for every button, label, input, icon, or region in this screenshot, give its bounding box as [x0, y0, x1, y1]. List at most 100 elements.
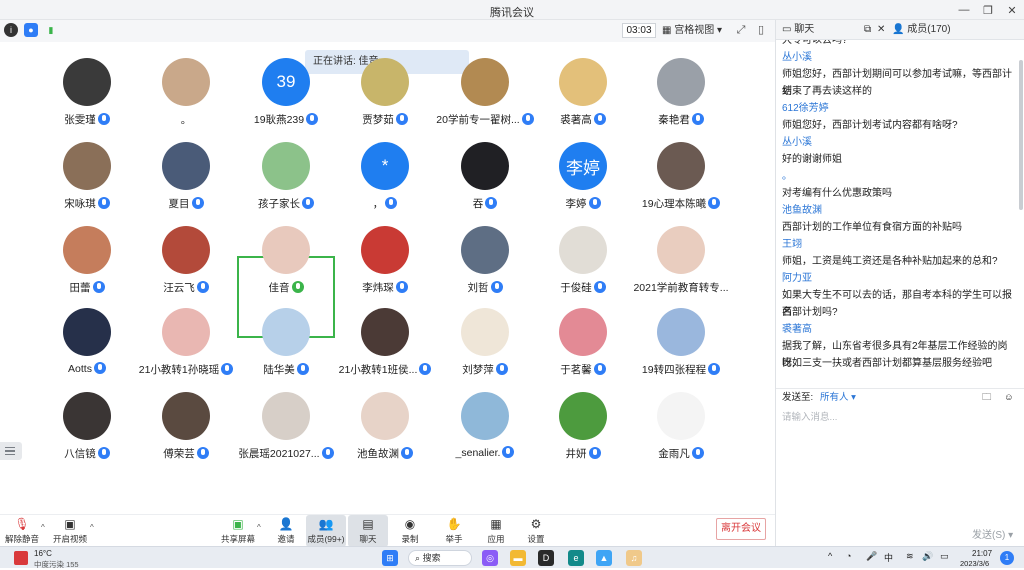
participant-tile[interactable]: 于茗馨	[534, 302, 632, 382]
unmute-button[interactable]: 🎙 解除静音	[2, 515, 42, 547]
edge-icon[interactable]: e	[568, 550, 584, 566]
participant-tile[interactable]: 20学前专一翟树...	[436, 52, 534, 132]
participant-tile[interactable]: 金雨凡	[632, 386, 730, 466]
microphone-icon[interactable]: 🎤	[866, 551, 877, 562]
participant-name: 19转四张程程	[624, 362, 738, 377]
participant-tile[interactable]: 19转四张程程	[632, 302, 730, 382]
dell-icon[interactable]: D	[538, 550, 554, 566]
participant-tile[interactable]: 19心理本陈曦	[632, 136, 730, 216]
chat-button[interactable]: ▤ 聊天	[348, 515, 388, 547]
mic-status-icon	[92, 281, 105, 293]
tab-chat[interactable]: ▭ 聊天	[782, 20, 814, 40]
security-shield-icon[interactable]: ●	[24, 23, 38, 37]
clock-time[interactable]: 21:07	[972, 549, 992, 558]
participant-tile[interactable]: 张雯瑾	[38, 52, 136, 132]
copilot-icon[interactable]: ◎	[482, 550, 498, 566]
participant-tile[interactable]: 秦艳君	[632, 52, 730, 132]
participant-tile[interactable]: 井妍	[534, 386, 632, 466]
emoji-icon[interactable]: ☺	[1004, 389, 1014, 407]
members-button[interactable]: 👥 成员(99+)	[306, 515, 346, 547]
participant-name-text: 19耿燕239	[253, 114, 305, 126]
windows-start-icon[interactable]: ⊞	[382, 550, 398, 566]
notification-badge[interactable]: 1	[1000, 551, 1014, 565]
info-icon[interactable]: i	[4, 23, 18, 37]
participant-name-text: 田蕾	[69, 282, 91, 294]
invite-button[interactable]: 👤 邀请	[266, 515, 306, 547]
participant-tile[interactable]: 陆华美	[237, 302, 335, 382]
send-button[interactable]: 发送(S) ▾	[972, 526, 1013, 541]
sidebar-toggle-icon[interactable]: ▯	[754, 23, 768, 38]
participant-name-text: 佳音	[268, 282, 290, 294]
store-icon[interactable]: ▲	[596, 550, 612, 566]
weather-temp[interactable]: 16°C	[34, 549, 52, 558]
raise-hand-button[interactable]: ✋ 举手	[434, 515, 474, 547]
participant-tile[interactable]: 李炜琛	[336, 220, 434, 300]
participant-tile[interactable]: 池鱼故渊	[336, 386, 434, 466]
participant-tile[interactable]: 夏目	[137, 136, 235, 216]
leave-meeting-button[interactable]: 离开会议	[716, 518, 766, 540]
view-mode-dropdown[interactable]: ▦ 宫格视图 ▾	[662, 23, 726, 38]
participant-tile[interactable]: 21小教转1孙晓瑶	[137, 302, 235, 382]
participant-tile[interactable]: 吞	[436, 136, 534, 216]
ime-indicator[interactable]: 中	[884, 551, 893, 564]
participant-tile[interactable]: 刘哲	[436, 220, 534, 300]
file-explorer-icon[interactable]: ▬	[510, 550, 526, 566]
meeting-app-icon[interactable]: ♫	[626, 550, 642, 566]
participant-tile[interactable]: 孩子家长	[237, 136, 335, 216]
video-options-caret-icon[interactable]: ^	[90, 523, 94, 532]
participant-tile[interactable]: 21小教转1班侯...	[336, 302, 434, 382]
minimize-icon[interactable]: —	[952, 0, 976, 20]
volume-icon[interactable]: 🔊	[922, 551, 933, 562]
avatar	[63, 142, 111, 190]
close-panel-icon[interactable]: ✕	[877, 20, 885, 40]
message-input[interactable]: 请输入消息...	[782, 409, 837, 423]
participant-tile[interactable]: 宋咏琪	[38, 136, 136, 216]
participant-name: 夏目	[129, 196, 243, 211]
file-icon[interactable]: 🗀	[982, 389, 992, 407]
tray-chevron-icon[interactable]: ^	[828, 551, 832, 561]
signal-icon[interactable]: ▮	[44, 23, 58, 37]
participant-tile[interactable]: 傅荣芸	[137, 386, 235, 466]
participant-tile[interactable]: *，	[336, 136, 434, 216]
participant-tile[interactable]: 八信镜	[38, 386, 136, 466]
participant-tile[interactable]: 。	[137, 52, 235, 132]
participant-tile[interactable]: _senalier.	[436, 386, 534, 466]
participant-tile[interactable]: 裘著高	[534, 52, 632, 132]
clock-date[interactable]: 2023/3/6	[960, 559, 989, 568]
close-icon[interactable]: ✕	[1000, 0, 1024, 20]
avatar	[657, 392, 705, 440]
battery-icon[interactable]: ▭	[940, 551, 949, 562]
fullscreen-icon[interactable]: ⤢	[734, 23, 748, 38]
chat-tab-label: 聊天	[794, 24, 815, 35]
participant-tile[interactable]: 刘梦萍	[436, 302, 534, 382]
participant-tile[interactable]: 张晨瑶2021027...	[237, 386, 335, 466]
participant-tile[interactable]: 贾梦茹	[336, 52, 434, 132]
start-video-button[interactable]: ▣ 开启视频	[50, 515, 90, 547]
participant-tile[interactable]: 39 19耿燕239	[237, 52, 335, 132]
weather-desc[interactable]: 中度污染 155	[34, 559, 79, 570]
tray-app-icon[interactable]: ◔	[846, 551, 851, 561]
participant-tile[interactable]: 于俊硅	[534, 220, 632, 300]
participant-tile[interactable]: 2021学前教育转专...	[632, 220, 730, 300]
audio-options-caret-icon[interactable]: ^	[41, 523, 45, 532]
chat-scrollbar[interactable]	[1019, 60, 1023, 210]
participant-tile[interactable]: 汪云飞	[137, 220, 235, 300]
settings-button[interactable]: ⚙ 设置	[516, 515, 556, 547]
record-button[interactable]: ◉ 录制	[390, 515, 430, 547]
participant-tile[interactable]: 李婷 李婷	[534, 136, 632, 216]
participant-tile[interactable]: 田蕾	[38, 220, 136, 300]
apps-button[interactable]: ▦ 应用	[476, 515, 516, 547]
participant-name: 汪云飞	[129, 280, 243, 295]
tab-members[interactable]: 👤 成员(170)	[892, 20, 951, 40]
participant-tile[interactable]: 佳音	[237, 220, 335, 300]
chat-messages[interactable]: 大专可以去吗? 丛小溪 师姐您好，西部计划期间可以参加考试嘛，等西部计划 结束了再去读…	[776, 40, 1024, 408]
side-panel-handle[interactable]	[0, 442, 22, 460]
share-screen-button[interactable]: ▣ 共享屏幕	[218, 515, 258, 547]
send-to-dropdown[interactable]: 所有人 ▾	[820, 389, 856, 407]
wifi-icon[interactable]: ≋	[906, 551, 914, 562]
share-options-caret-icon[interactable]: ^	[257, 523, 261, 532]
participant-tile[interactable]: Aotts	[38, 302, 136, 382]
taskbar-search[interactable]: ⌕ 搜索	[408, 550, 472, 566]
maximize-icon[interactable]: ❐	[976, 0, 1000, 20]
popout-icon[interactable]: ⧉	[864, 20, 871, 40]
